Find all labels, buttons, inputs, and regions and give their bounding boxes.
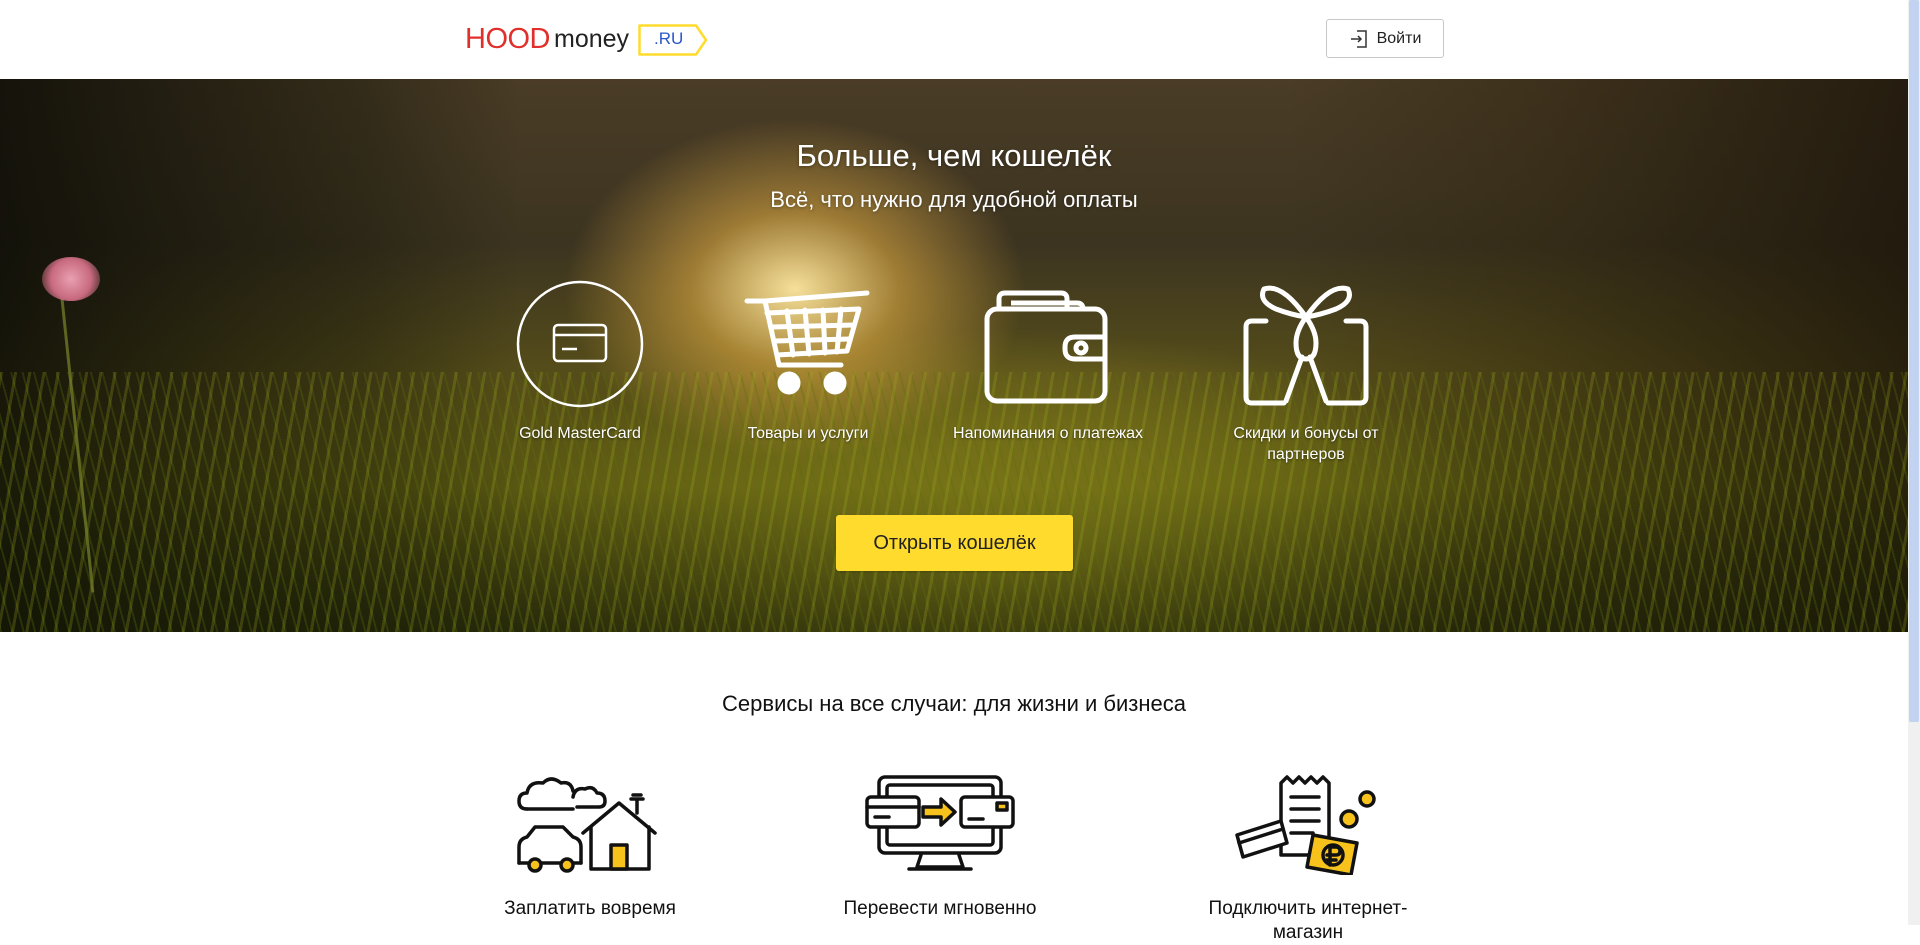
service-connect-online-store[interactable]: Подключить интернет-магазин — [1178, 775, 1438, 945]
services-title: Сервисы на все случаи: для жизни и бизне… — [722, 691, 1186, 716]
open-wallet-button[interactable]: Открыть кошелёк — [836, 515, 1073, 571]
site-header: HOOD money .RU Войти — [0, 0, 1908, 79]
feature-gold-mastercard[interactable]: Gold MasterCard — [480, 279, 680, 444]
feature-label: Скидки и бонусы от партнеров — [1233, 425, 1379, 463]
service-label: Перевести мгновенно — [843, 898, 1037, 919]
logo-hood-text: HOOD — [465, 23, 551, 55]
site-logo[interactable]: HOOD money .RU — [465, 20, 708, 58]
hero-banner: Больше, чем кошелёк Всё, что нужно для у… — [0, 79, 1908, 632]
login-label: Войти — [1376, 29, 1422, 47]
feature-goods-services[interactable]: Товары и услуги — [708, 279, 908, 444]
service-label: Подключить интернет-магазин — [1208, 898, 1408, 943]
flower-decoration — [42, 257, 100, 301]
logo-tag: .RU — [638, 24, 708, 56]
feature-label: Напоминания о платежах — [953, 425, 1143, 442]
service-transfer-instantly[interactable]: Перевести мгновенно — [810, 775, 1070, 921]
logo-tag-text: .RU — [654, 29, 684, 48]
feature-discounts-bonuses[interactable]: Скидки и бонусы от партнеров — [1206, 279, 1406, 465]
wallet-icon — [948, 279, 1148, 419]
service-label: Заплатить вовремя — [504, 898, 676, 919]
feature-payment-reminders[interactable]: Напоминания о платежах — [948, 279, 1148, 444]
login-button[interactable]: Войти — [1326, 19, 1444, 58]
logo-money-text: money — [554, 25, 630, 53]
receipt-cards-coins-icon — [1178, 775, 1438, 885]
feature-label: Товары и услуги — [747, 425, 869, 442]
gift-icon — [1206, 279, 1406, 419]
service-pay-on-time[interactable]: Заплатить вовремя — [460, 775, 720, 921]
card-icon — [480, 279, 680, 419]
login-icon — [1349, 29, 1369, 49]
feature-label: Gold MasterCard — [519, 425, 641, 442]
hero-subtitle: Всё, что нужно для удобной оплаты — [770, 187, 1138, 212]
transfer-monitor-icon — [810, 775, 1070, 885]
home-car-icon — [460, 775, 720, 885]
cart-icon — [708, 279, 908, 419]
vertical-scrollbar-thumb[interactable] — [1909, 0, 1919, 722]
hero-title: Больше, чем кошелёк — [796, 138, 1112, 173]
